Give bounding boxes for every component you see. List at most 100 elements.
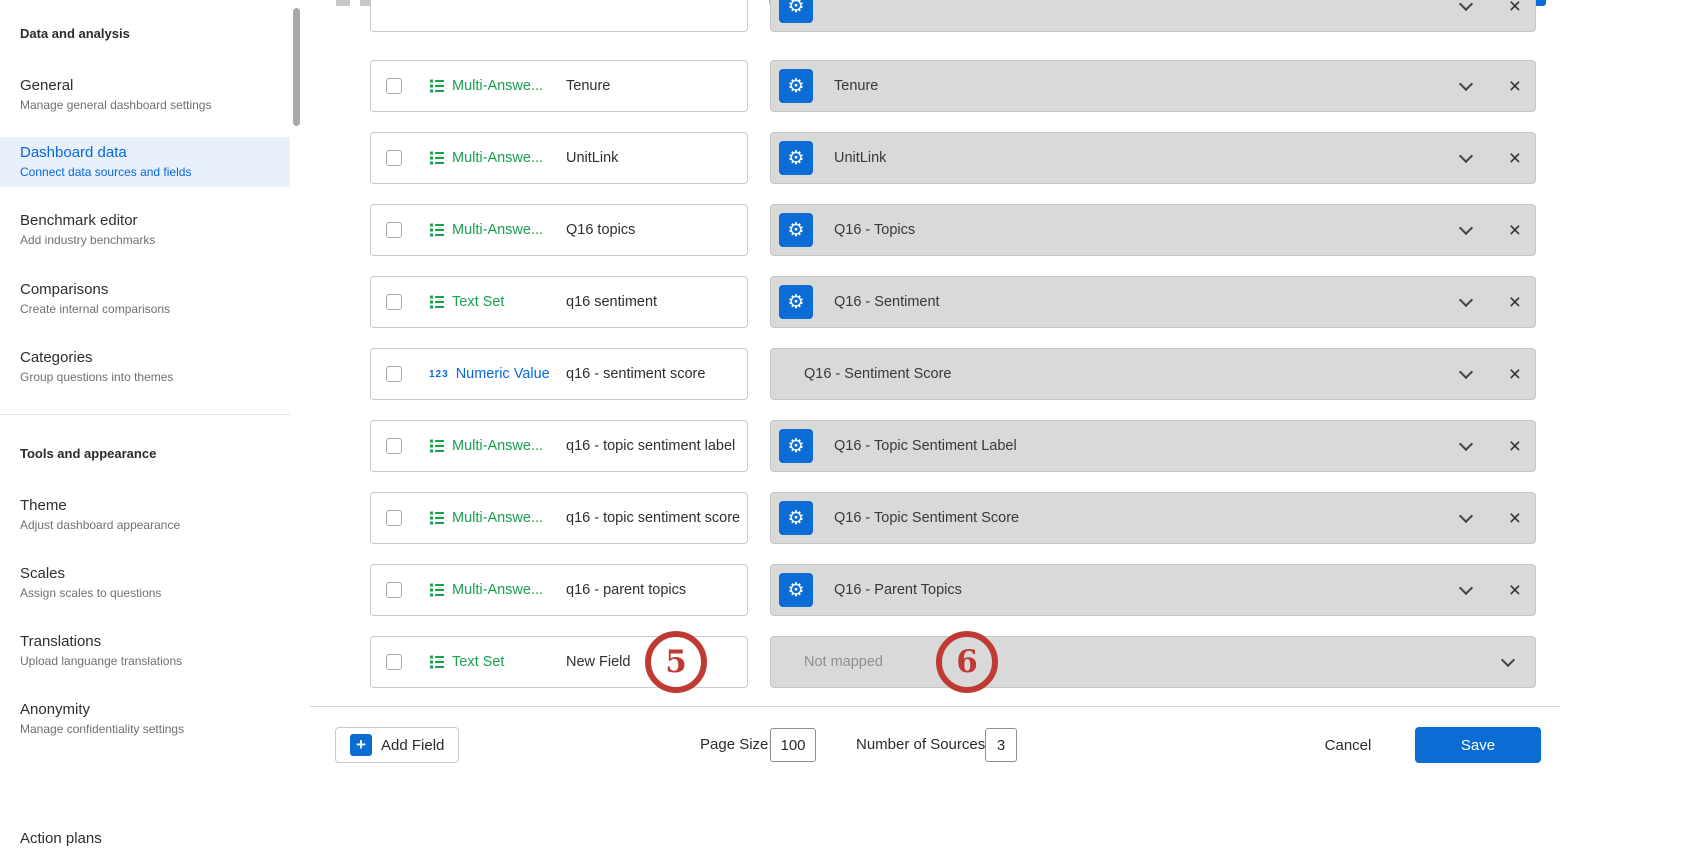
sidebar-item-desc: Upload languange translations xyxy=(20,653,290,670)
field-checkbox[interactable] xyxy=(386,222,402,238)
mapping-card[interactable]: Q16 - Sentiment Score × xyxy=(770,348,1536,400)
sidebar-item-anonymity[interactable]: Anonymity Manage confidentiality setting… xyxy=(0,694,290,744)
field-type-label: Text Set xyxy=(452,294,504,310)
gear-button[interactable]: ⚙ xyxy=(779,213,813,247)
chevron-down-icon[interactable] xyxy=(1459,221,1473,235)
field-checkbox[interactable] xyxy=(386,150,402,166)
field-name[interactable]: UnitLink xyxy=(566,150,618,166)
multi-answer-icon xyxy=(429,78,445,94)
sidebar-item-action-plans[interactable]: Action plans xyxy=(0,823,290,850)
field-name[interactable]: q16 - sentiment score xyxy=(566,366,705,382)
sidebar-item-label: Translations xyxy=(20,632,290,651)
mapping-card[interactable]: ⚙ Q16 - Parent Topics × xyxy=(770,564,1536,616)
field-name[interactable]: New Field xyxy=(566,654,630,670)
gear-button[interactable]: ⚙ xyxy=(779,573,813,607)
mapping-card[interactable]: Not mapped xyxy=(770,636,1536,688)
sidebar-item-categories[interactable]: Categories Group questions into themes xyxy=(0,342,290,392)
chevron-down-icon[interactable] xyxy=(1501,653,1515,667)
field-name[interactable]: q16 sentiment xyxy=(566,294,657,310)
sidebar-item-desc: Assign scales to questions xyxy=(20,585,290,602)
multi-answer-icon xyxy=(429,438,445,454)
sidebar-item-general[interactable]: General Manage general dashboard setting… xyxy=(0,70,290,120)
close-icon[interactable]: × xyxy=(1509,565,1521,617)
chevron-down-icon[interactable] xyxy=(1459,509,1473,523)
sidebar-item-desc: Create internal comparisons xyxy=(20,301,290,318)
gear-button[interactable]: ⚙ xyxy=(779,501,813,535)
field-name[interactable]: Tenure xyxy=(566,78,610,94)
gear-button[interactable]: ⚙ xyxy=(779,0,813,23)
field-name[interactable]: q16 - topic sentiment label xyxy=(566,438,735,454)
field-type-dropdown[interactable]: Multi-Answe... xyxy=(429,438,558,454)
field-name[interactable]: q16 - parent topics xyxy=(566,582,686,598)
close-icon[interactable]: × xyxy=(1509,0,1521,33)
field-name[interactable]: q16 - topic sentiment score xyxy=(566,510,740,526)
sidebar-item-translations[interactable]: Translations Upload languange translatio… xyxy=(0,626,290,676)
gear-button[interactable]: ⚙ xyxy=(779,141,813,175)
chevron-down-icon[interactable] xyxy=(1459,437,1473,451)
field-card: 123 Numeric Value q16 - sentiment score xyxy=(370,348,748,400)
sidebar-scrollbar[interactable] xyxy=(293,8,300,126)
chevron-down-icon[interactable] xyxy=(1459,149,1473,163)
field-checkbox[interactable] xyxy=(386,510,402,526)
field-type-dropdown[interactable]: Text Set xyxy=(429,654,558,670)
close-icon[interactable]: × xyxy=(1509,493,1521,545)
close-icon[interactable]: × xyxy=(1509,277,1521,329)
field-card: Multi-Answe... q16 - topic sentiment sco… xyxy=(370,492,748,544)
sidebar-item-desc: Add industry benchmarks xyxy=(20,232,290,249)
sidebar-section-header-tools: Tools and appearance xyxy=(20,446,156,461)
mapping-card[interactable]: ⚙ Q16 - Topic Sentiment Label × xyxy=(770,420,1536,472)
gear-button[interactable]: ⚙ xyxy=(779,69,813,103)
sidebar-item-dashboard-data[interactable]: Dashboard data Connect data sources and … xyxy=(0,137,290,187)
cancel-button[interactable]: Cancel xyxy=(1312,727,1384,763)
mapping-card[interactable]: ⚙ UnitLink × xyxy=(770,132,1536,184)
chevron-down-icon[interactable] xyxy=(1459,0,1473,11)
field-type-dropdown[interactable]: Multi-Answe... xyxy=(429,510,558,526)
close-icon[interactable]: × xyxy=(1509,349,1521,401)
mapping-card-partial[interactable]: ⚙ × xyxy=(770,0,1536,32)
gear-button[interactable]: ⚙ xyxy=(779,429,813,463)
add-field-button[interactable]: + Add Field xyxy=(335,727,459,763)
chevron-down-icon[interactable] xyxy=(1459,77,1473,91)
sidebar-item-label: Theme xyxy=(20,496,290,515)
close-icon[interactable]: × xyxy=(1509,133,1521,185)
toolbar-icon-fragment[interactable] xyxy=(336,0,350,6)
sidebar-item-desc: Connect data sources and fields xyxy=(20,164,290,181)
field-checkbox[interactable] xyxy=(386,438,402,454)
sidebar-item-comparisons[interactable]: Comparisons Create internal comparisons xyxy=(0,274,290,324)
mapping-card[interactable]: ⚙ Q16 - Topic Sentiment Score × xyxy=(770,492,1536,544)
field-type-dropdown[interactable]: Multi-Answe... xyxy=(429,582,558,598)
mapped-field-name: Q16 - Topic Sentiment Score xyxy=(834,510,1019,526)
field-type-dropdown[interactable]: Multi-Answe... xyxy=(429,222,558,238)
field-type-dropdown[interactable]: 123 Numeric Value xyxy=(429,366,558,382)
field-type-dropdown[interactable]: Multi-Answe... xyxy=(429,78,558,94)
field-type-dropdown[interactable]: Text Set xyxy=(429,294,558,310)
mapping-card[interactable]: ⚙ Tenure × xyxy=(770,60,1536,112)
sidebar-item-theme[interactable]: Theme Adjust dashboard appearance xyxy=(0,490,290,540)
close-icon[interactable]: × xyxy=(1509,61,1521,113)
field-checkbox[interactable] xyxy=(386,654,402,670)
field-card: Multi-Answe... Tenure xyxy=(370,60,748,112)
mapped-field-name: Not mapped xyxy=(804,654,883,670)
field-checkbox[interactable] xyxy=(386,366,402,382)
mapping-card[interactable]: ⚙ Q16 - Topics × xyxy=(770,204,1536,256)
field-name[interactable]: Q16 topics xyxy=(566,222,635,238)
sidebar-item-label: Comparisons xyxy=(20,280,290,299)
chevron-down-icon[interactable] xyxy=(1459,365,1473,379)
sidebar-item-scales[interactable]: Scales Assign scales to questions xyxy=(0,558,290,608)
close-icon[interactable]: × xyxy=(1509,421,1521,473)
field-checkbox[interactable] xyxy=(386,294,402,310)
field-checkbox[interactable] xyxy=(386,582,402,598)
number-of-sources-input[interactable] xyxy=(985,728,1017,762)
chevron-down-icon[interactable] xyxy=(1459,581,1473,595)
chevron-down-icon[interactable] xyxy=(1459,293,1473,307)
close-icon[interactable]: × xyxy=(1509,205,1521,257)
field-checkbox[interactable] xyxy=(386,78,402,94)
field-row: Multi-Answe... UnitLink ⚙ UnitLink × xyxy=(370,132,1536,184)
field-type-dropdown[interactable]: Multi-Answe... xyxy=(429,150,558,166)
sidebar-item-benchmark-editor[interactable]: Benchmark editor Add industry benchmarks xyxy=(0,205,290,255)
field-row: Multi-Answe... q16 - topic sentiment lab… xyxy=(370,420,1536,472)
mapping-card[interactable]: ⚙ Q16 - Sentiment × xyxy=(770,276,1536,328)
page-size-input[interactable] xyxy=(770,728,816,762)
gear-button[interactable]: ⚙ xyxy=(779,285,813,319)
save-button[interactable]: Save xyxy=(1415,727,1541,763)
